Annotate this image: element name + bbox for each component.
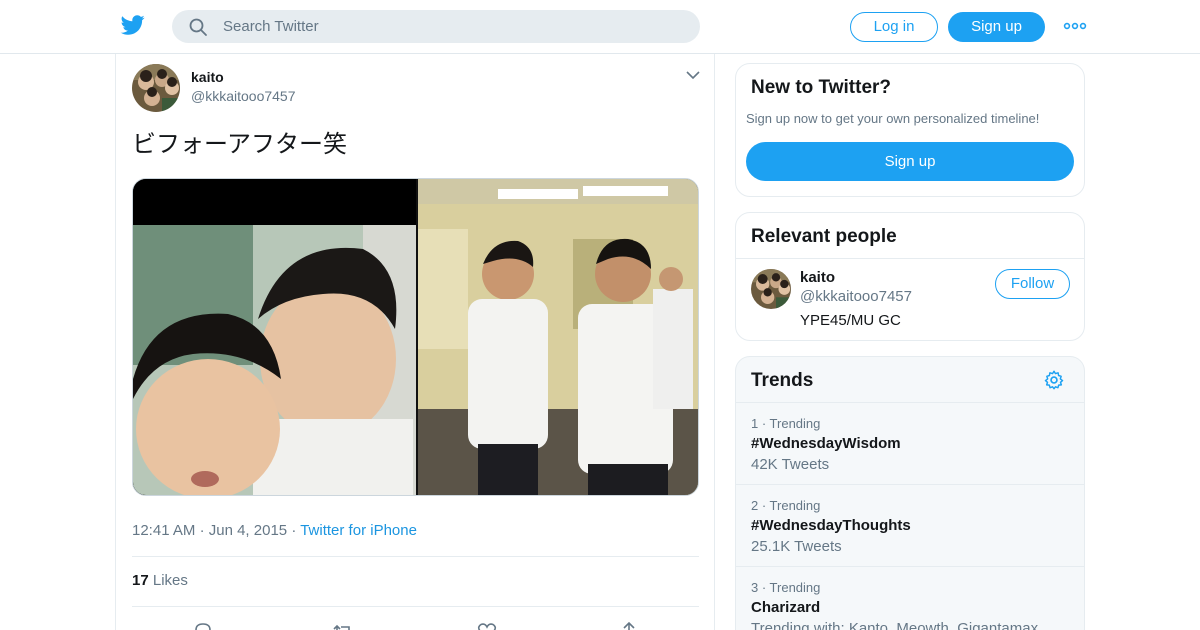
- card-title: Trends: [751, 370, 814, 391]
- person-bio: YPE45/MU GC: [800, 312, 901, 329]
- trend-count: 42K Tweets: [751, 456, 830, 473]
- card-subtitle: Sign up now to get your own personalized…: [746, 111, 1040, 126]
- retweet-icon[interactable]: [332, 620, 354, 630]
- search-icon: [189, 18, 207, 36]
- likes-stat[interactable]: 17 Likes: [132, 572, 188, 589]
- trend-rank: 3 · Trending: [751, 580, 821, 595]
- tweet-time: 12:41 AM: [132, 522, 196, 539]
- divider: [132, 556, 699, 557]
- relevant-people-card: Relevant people kaito @kkkaitooo7457 YPE…: [735, 212, 1085, 341]
- search-placeholder: Search Twitter: [223, 18, 319, 35]
- meta-separator: ·: [291, 522, 301, 539]
- share-icon[interactable]: [618, 620, 640, 630]
- author-name[interactable]: kaito: [191, 69, 224, 85]
- tweet-source-link[interactable]: Twitter for iPhone: [300, 522, 417, 539]
- trend-name[interactable]: Charizard: [751, 599, 820, 616]
- tweet-column: kaito @kkkaitooo7457 ビフォーアフター笑 12:41 AM …: [115, 54, 715, 630]
- tweet-text: ビフォーアフター笑: [132, 131, 348, 158]
- tweet-meta: 12:41 AM · Jun 4, 2015 · Twitter for iPh…: [132, 522, 417, 539]
- divider: [736, 258, 1084, 259]
- like-heart-icon[interactable]: [476, 620, 498, 630]
- trend-name[interactable]: #WednesdayThoughts: [751, 517, 911, 534]
- gear-icon[interactable]: [1043, 369, 1065, 391]
- trend-count: 25.1K Tweets: [751, 538, 842, 555]
- trend-item[interactable]: 3 · Trending Charizard Trending with: Ka…: [736, 566, 1084, 630]
- sidebar-signup-button[interactable]: Sign up: [746, 142, 1074, 181]
- more-dots-icon[interactable]: [1063, 18, 1087, 34]
- trend-name[interactable]: #WednesdayWisdom: [751, 435, 901, 452]
- trend-count: Trending with: Kanto, Meowth, Gigantamax: [751, 620, 1039, 630]
- trend-rank: 2 · Trending: [751, 498, 821, 513]
- chevron-down-icon[interactable]: [686, 70, 700, 80]
- new-to-twitter-card: New to Twitter? Sign up now to get your …: [735, 63, 1085, 197]
- trend-item[interactable]: 1 · Trending #WednesdayWisdom 42K Tweets: [736, 402, 1084, 484]
- trends-card: Trends 1 · Trending #WednesdayWisdom 42K…: [735, 356, 1085, 630]
- reply-icon[interactable]: [192, 620, 214, 630]
- follow-button[interactable]: Follow: [995, 269, 1070, 299]
- card-title: New to Twitter?: [751, 77, 892, 98]
- person-name[interactable]: kaito: [800, 269, 835, 286]
- author-avatar[interactable]: [132, 64, 180, 112]
- divider: [132, 606, 699, 607]
- meta-separator: ·: [199, 522, 209, 539]
- card-title: Relevant people: [751, 226, 897, 247]
- likes-label: Likes: [152, 572, 188, 589]
- signup-button[interactable]: Sign up: [948, 12, 1045, 42]
- search-input[interactable]: Search Twitter: [172, 10, 700, 43]
- trend-rank: 1 · Trending: [751, 416, 821, 431]
- trend-item[interactable]: 2 · Trending #WednesdayThoughts 25.1K Tw…: [736, 484, 1084, 566]
- likes-count: 17: [132, 572, 149, 589]
- author-handle[interactable]: @kkkaitooo7457: [191, 88, 296, 104]
- tweet-media[interactable]: [132, 178, 699, 496]
- tweet-date[interactable]: Jun 4, 2015: [209, 522, 287, 539]
- person-avatar[interactable]: [751, 269, 791, 309]
- twitter-bird-icon[interactable]: [120, 13, 146, 37]
- person-handle[interactable]: @kkkaitooo7457: [800, 288, 912, 305]
- login-button[interactable]: Log in: [850, 12, 938, 42]
- top-navigation-bar: Search Twitter Log in Sign up: [0, 0, 1200, 54]
